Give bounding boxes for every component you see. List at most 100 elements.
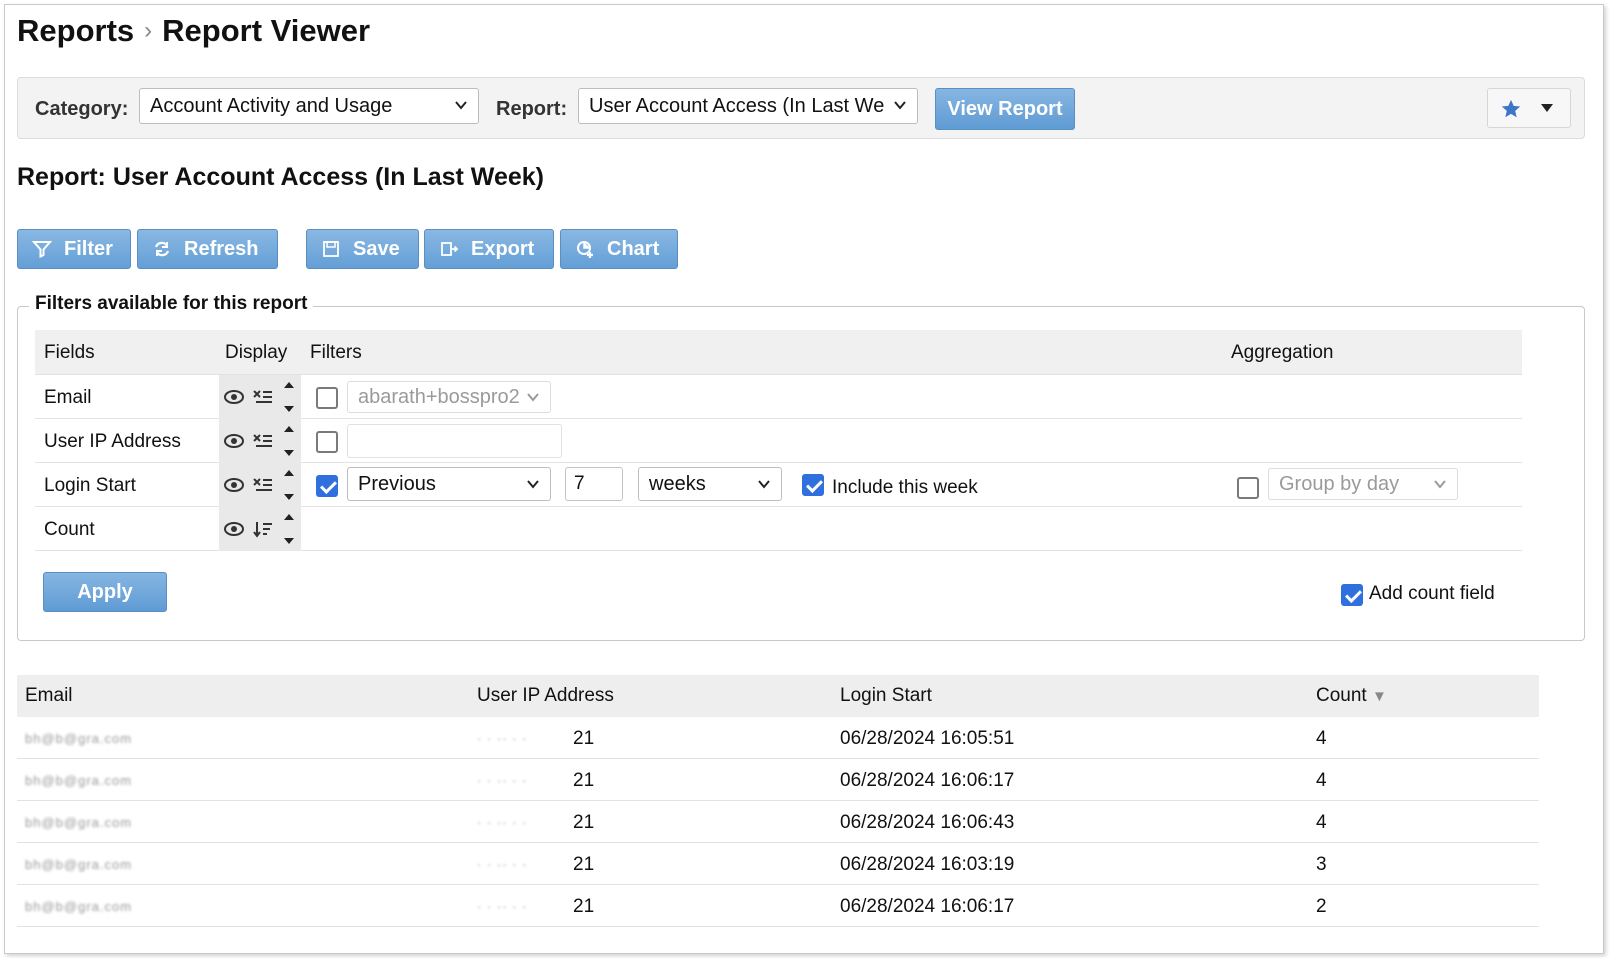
category-select-value: Account Activity and Usage (150, 95, 393, 117)
field-label-login-start: Login Start (44, 475, 136, 496)
export-button[interactable]: Export (424, 229, 554, 269)
ip-cell-suffix: 21 (573, 854, 595, 875)
field-label-count: Count (44, 519, 95, 540)
refresh-button[interactable]: Refresh (137, 229, 278, 269)
chevron-down-icon (1434, 480, 1446, 489)
results-header-count-label: Count (1316, 685, 1367, 706)
report-select[interactable]: User Account Access (In Last We (578, 88, 918, 124)
filters-header-row: Fields Display Filters Aggregation (35, 330, 1522, 375)
table-row: bh@b@gra.com · · ·· · · 21 06/28/2024 16:05… (17, 717, 1539, 759)
column-options-icon[interactable] (252, 476, 274, 494)
column-options-icon[interactable] (252, 432, 274, 450)
caret-down-icon (1541, 104, 1553, 112)
login-start-cell: 06/28/2024 16:06:17 (840, 896, 1015, 917)
move-up-down-icon[interactable] (283, 424, 295, 458)
report-title: Report: User Account Access (In Last Wee… (17, 163, 544, 191)
filter-row-email: Email abarath+bosspro2 (35, 375, 1522, 419)
add-chart-icon (577, 241, 593, 258)
refresh-icon (154, 241, 170, 257)
login-start-cell: 06/28/2024 16:05:51 (840, 728, 1015, 749)
eye-icon[interactable] (224, 477, 244, 493)
ip-filter-checkbox[interactable] (316, 431, 338, 453)
login-start-cell: 06/28/2024 16:06:43 (840, 812, 1015, 833)
column-options-icon[interactable] (252, 388, 274, 406)
chevron-down-icon (894, 101, 906, 110)
filter-row-count: Count (35, 507, 1522, 551)
ip-filter-input[interactable] (347, 424, 562, 458)
results-header-ip[interactable]: User IP Address (477, 685, 614, 707)
category-select[interactable]: Account Activity and Usage (139, 88, 479, 124)
filters-header: Filters (310, 342, 362, 363)
star-icon (1501, 99, 1521, 118)
report-viewer-window: Reports › Report Viewer Category: Accoun… (4, 4, 1604, 954)
table-row: bh@b@gra.com · · ·· · · 21 06/28/2024 16:06… (17, 759, 1539, 801)
table-row: bh@b@gra.com · · ·· · · 21 06/28/2024 16:03… (17, 843, 1539, 885)
apply-button[interactable]: Apply (43, 572, 167, 612)
count-cell: 4 (1316, 812, 1327, 833)
email-cell-redacted: bh@b@gra.com (25, 815, 133, 830)
export-button-label: Export (471, 237, 535, 260)
login-start-filter-checkbox[interactable] (316, 475, 338, 497)
group-by-value: Group by day (1279, 473, 1400, 495)
aggregation-header: Aggregation (1231, 342, 1334, 363)
ip-cell-suffix: 21 (573, 896, 595, 917)
display-controls (219, 375, 301, 419)
email-filter-value: abarath+bosspro2 (358, 386, 520, 408)
eye-icon[interactable] (224, 389, 244, 405)
login-range-select[interactable]: Previous (347, 467, 551, 501)
sort-descending-icon[interactable] (252, 520, 274, 538)
move-up-down-icon[interactable] (283, 380, 295, 414)
chart-button[interactable]: Chart (560, 229, 678, 269)
sort-indicator-icon: ▼ (1371, 688, 1387, 705)
move-up-down-icon[interactable] (283, 512, 295, 546)
filter-row-login-start: Login Start Previous 7 weeks Include thi… (35, 463, 1522, 507)
move-up-down-icon[interactable] (283, 468, 295, 502)
group-by-checkbox[interactable] (1237, 477, 1259, 499)
add-count-field-label[interactable]: Add count field (1369, 583, 1495, 605)
filter-button[interactable]: Filter (17, 229, 131, 269)
login-unit-value: weeks (649, 473, 706, 495)
count-cell: 3 (1316, 854, 1327, 875)
include-this-week-checkbox[interactable] (802, 474, 824, 496)
display-controls (219, 507, 301, 551)
display-header: Display (225, 342, 288, 363)
table-row: bh@b@gra.com · · ·· · · 21 06/28/2024 16:06… (17, 801, 1539, 843)
report-select-value: User Account Access (In Last We (589, 95, 885, 117)
table-row: bh@b@gra.com · · ·· · · 21 06/28/2024 16:06… (17, 885, 1539, 927)
view-report-button[interactable]: View Report (935, 88, 1075, 130)
ip-cell-redacted: · · ·· · · (477, 857, 528, 872)
fields-header: Fields (44, 342, 95, 363)
floppy-disk-icon (323, 241, 339, 257)
category-label: Category: (35, 98, 129, 120)
save-button[interactable]: Save (306, 229, 419, 269)
refresh-button-label: Refresh (184, 237, 259, 260)
display-controls (219, 419, 301, 463)
email-cell-redacted: bh@b@gra.com (25, 899, 133, 914)
results-header-email[interactable]: Email (25, 685, 73, 707)
add-count-field-checkbox[interactable] (1341, 584, 1363, 606)
save-button-label: Save (353, 237, 400, 260)
funnel-icon (32, 241, 52, 259)
login-start-cell: 06/28/2024 16:03:19 (840, 854, 1015, 875)
email-filter-checkbox[interactable] (316, 387, 338, 409)
favorites-dropdown-button[interactable] (1487, 88, 1571, 128)
group-by-select[interactable]: Group by day (1268, 468, 1458, 500)
login-unit-select[interactable]: weeks (638, 467, 782, 501)
include-this-week-label[interactable]: Include this week (832, 477, 978, 499)
results-header-count[interactable]: Count ▼ (1316, 685, 1387, 707)
email-filter-select[interactable]: abarath+bosspro2 (347, 381, 551, 413)
email-cell-redacted: bh@b@gra.com (25, 857, 133, 872)
breadcrumb-current: Report Viewer (162, 13, 371, 48)
results-header-row: Email User IP Address Login Start Count … (17, 675, 1539, 717)
eye-icon[interactable] (224, 521, 244, 537)
login-start-cell: 06/28/2024 16:06:17 (840, 770, 1015, 791)
eye-icon[interactable] (224, 433, 244, 449)
breadcrumb-reports-link[interactable]: Reports (17, 13, 134, 49)
filters-legend: Filters available for this report (29, 293, 314, 315)
ip-cell-suffix: 21 (573, 770, 595, 791)
ip-cell-redacted: · · ·· · · (477, 731, 528, 746)
chevron-down-icon (455, 101, 467, 110)
login-number-input[interactable]: 7 (565, 467, 623, 501)
results-header-login-start[interactable]: Login Start (840, 685, 932, 707)
display-controls (219, 463, 301, 507)
